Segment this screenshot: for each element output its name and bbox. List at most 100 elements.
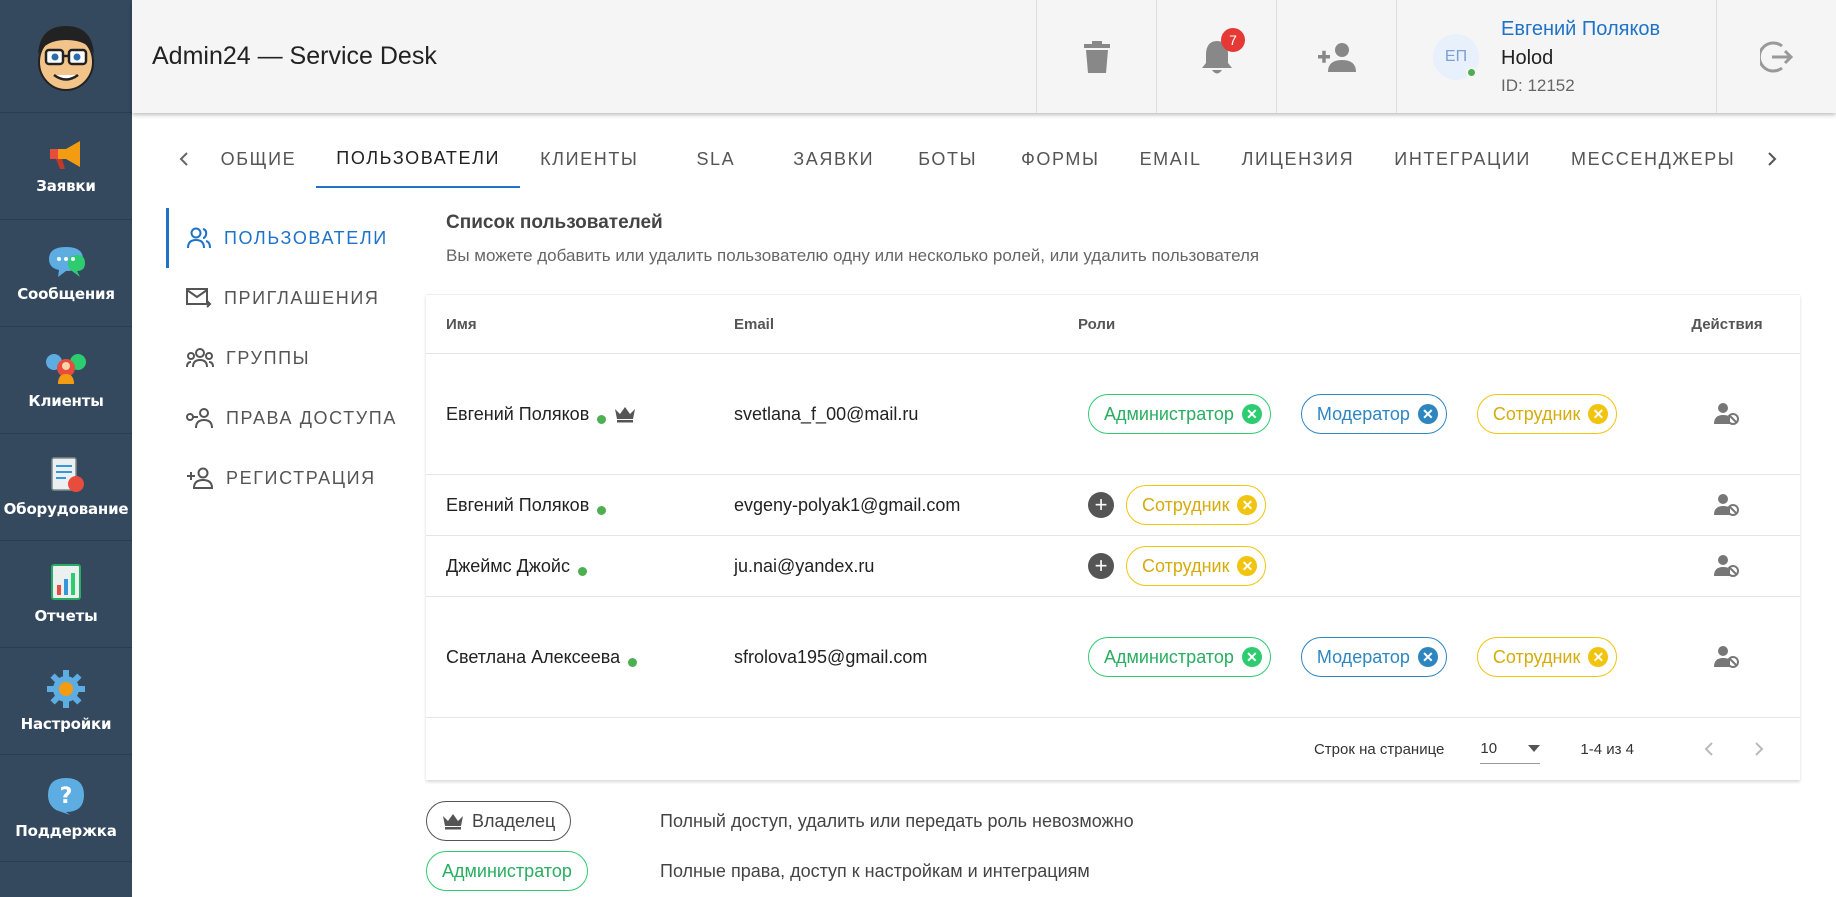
online-dot — [597, 414, 607, 424]
add-user-button[interactable] — [1276, 0, 1396, 113]
sidebar-item-equipment[interactable]: Оборудование — [0, 434, 132, 541]
role-label: Модератор — [1316, 403, 1410, 424]
delete-user-icon[interactable] — [1714, 493, 1740, 517]
role-chip-moderator[interactable]: Модератор ✕ — [1300, 637, 1447, 677]
settings-tabs: ОБЩИЕ ПОЛЬЗОВАТЕЛИ КЛИЕНТЫ SLA ЗАЯВКИ БО… — [168, 130, 1788, 188]
role-chip-employee[interactable]: Сотрудник ✕ — [1476, 637, 1618, 677]
users-list-panel: Список пользователей Вы можете добавить … — [426, 208, 1806, 896]
report-chart-icon — [51, 564, 81, 600]
remove-role-icon[interactable]: ✕ — [1241, 404, 1262, 424]
legend-row: Владелец Полный доступ, удалить или пере… — [426, 796, 1806, 846]
tab-general[interactable]: ОБЩИЕ — [201, 130, 317, 188]
role-chip-admin[interactable]: Администратор ✕ — [1088, 394, 1271, 434]
sidebar-item-messages[interactable]: Сообщения — [0, 220, 132, 327]
sidebar-item-support[interactable]: ? Поддержка — [0, 755, 132, 862]
remove-role-icon[interactable]: ✕ — [1417, 404, 1438, 424]
subnav-users[interactable]: ПОЛЬЗОВАТЕЛИ — [166, 208, 406, 268]
delete-user-icon[interactable] — [1714, 554, 1740, 578]
notification-badge: 7 — [1221, 28, 1245, 52]
sidebar-item-label: Настройки — [20, 715, 112, 733]
rows-per-page-value: 10 — [1480, 740, 1498, 757]
roles-legend: Владелец Полный доступ, удалить или пере… — [426, 796, 1806, 896]
subnav-registration[interactable]: РЕГИСТРАЦИЯ — [166, 448, 406, 508]
tab-requests[interactable]: ЗАЯВКИ — [773, 130, 894, 188]
subnav-invitations[interactable]: ПРИГЛАШЕНИЯ — [166, 268, 406, 328]
actions-cell — [1654, 645, 1800, 669]
header-email: Email — [734, 315, 775, 333]
role-label: Сотрудник — [1142, 555, 1230, 576]
role-chip-moderator[interactable]: Модератор ✕ — [1300, 394, 1447, 434]
chevron-right-icon — [1755, 742, 1764, 756]
legend-desc: Полный доступ, удалить или передать роль… — [660, 810, 1134, 831]
subnav-access-rights[interactable]: ПРАВА ДОСТУПА — [166, 388, 406, 448]
notifications-button[interactable]: 7 — [1156, 0, 1276, 113]
role-chip-employee[interactable]: Сотрудник ✕ — [1126, 485, 1267, 525]
actions-cell — [1654, 402, 1800, 426]
list-subtitle: Вы можете добавить или удалить пользоват… — [446, 246, 1260, 265]
sidebar-item-requests[interactable]: Заявки — [0, 113, 132, 220]
user-name: Светлана Алексеева — [446, 646, 621, 667]
tab-forms[interactable]: ФОРМЫ — [1001, 130, 1119, 188]
header-name: Имя — [446, 315, 477, 333]
tab-messengers[interactable]: МЕССЕНДЖЕРЫ — [1551, 130, 1755, 188]
sidebar-item-reports[interactable]: Отчеты — [0, 541, 132, 648]
remove-role-icon[interactable]: ✕ — [1237, 556, 1258, 576]
users-table: Имя Email Роли Действия Евгений Поляков … — [426, 294, 1800, 780]
remove-role-icon[interactable]: ✕ — [1237, 495, 1258, 515]
delete-user-icon[interactable] — [1714, 402, 1740, 426]
logout-button[interactable] — [1716, 0, 1836, 113]
delete-user-icon[interactable] — [1714, 645, 1740, 669]
sidebar-item-label: Клиенты — [28, 392, 104, 410]
rows-per-page-select[interactable]: 10 — [1480, 734, 1541, 764]
subnav-label: РЕГИСТРАЦИЯ — [226, 467, 376, 488]
user-roles: Администратор ✕ Модератор ✕ Сотрудник ✕ — [1078, 621, 1654, 693]
tab-email[interactable]: EMAIL — [1120, 130, 1222, 188]
megaphone-icon — [50, 141, 80, 169]
role-label: Администратор — [1104, 403, 1234, 424]
user-name-cell: Евгений Поляков — [426, 404, 734, 425]
subnav-groups[interactable]: ГРУППЫ — [166, 328, 406, 388]
role-chip-admin[interactable]: Администратор ✕ — [1088, 637, 1271, 677]
sidebar-item-label: Сообщения — [17, 285, 115, 303]
add-role-button[interactable]: + — [1088, 492, 1114, 518]
online-dot — [577, 566, 587, 576]
table-header-row: Имя Email Роли Действия — [426, 294, 1800, 354]
user-profile[interactable]: ЕП Евгений Поляков Holod ID: 12152 — [1396, 0, 1716, 113]
mail-send-icon — [186, 288, 212, 308]
online-dot — [597, 505, 607, 515]
user-roles: + Сотрудник ✕ — [1078, 540, 1654, 592]
remove-role-icon[interactable]: ✕ — [1417, 647, 1438, 667]
prev-page-button[interactable] — [1684, 741, 1734, 757]
tabs-scroll-right[interactable] — [1755, 130, 1788, 188]
sidebar-item-settings[interactable]: Настройки — [0, 648, 132, 755]
table-row: Евгений Поляков evgeny-polyak1@gmail.com… — [426, 475, 1800, 536]
person-add-icon — [1317, 42, 1356, 72]
remove-role-icon[interactable]: ✕ — [1588, 647, 1609, 667]
rows-per-page-label: Строк на странице — [1313, 740, 1445, 758]
next-page-button[interactable] — [1734, 741, 1784, 757]
table-row: Джеймс Джойс ju.nai@yandex.ru + Сотрудни… — [426, 536, 1800, 597]
chat-bubbles-icon — [49, 247, 85, 277]
users-subnav: ПОЛЬЗОВАТЕЛИ ПРИГЛАШЕНИЯ ГРУППЫ ПРАВА ДО… — [166, 208, 406, 508]
sidebar: Заявки Сообщения Клиенты Оборудование От… — [0, 0, 132, 897]
user-name-cell: Евгений Поляков — [426, 495, 734, 516]
trash-button[interactable] — [1036, 0, 1156, 113]
user-name-cell: Джеймс Джойс — [426, 556, 734, 577]
tab-users[interactable]: ПОЛЬЗОВАТЕЛИ — [316, 130, 521, 188]
gear-icon — [47, 670, 85, 708]
remove-role-icon[interactable]: ✕ — [1241, 647, 1262, 667]
sidebar-item-clients[interactable]: Клиенты — [0, 327, 132, 434]
remove-role-icon[interactable]: ✕ — [1588, 404, 1609, 424]
tab-license[interactable]: ЛИЦЕНЗИЯ — [1222, 130, 1375, 188]
user-name[interactable]: Евгений Поляков — [1501, 18, 1660, 41]
tab-bots[interactable]: БОТЫ — [894, 130, 1001, 188]
role-chip-employee[interactable]: Сотрудник ✕ — [1126, 546, 1267, 586]
user-roles: Администратор ✕ Модератор ✕ Сотрудник ✕ — [1078, 378, 1654, 450]
tab-clients[interactable]: КЛИЕНТЫ — [520, 130, 658, 188]
add-role-button[interactable]: + — [1088, 553, 1114, 579]
tabs-scroll-left[interactable] — [168, 130, 201, 188]
tab-sla[interactable]: SLA — [658, 130, 773, 188]
logo[interactable] — [0, 0, 132, 113]
tab-integrations[interactable]: ИНТЕГРАЦИИ — [1374, 130, 1551, 188]
role-chip-employee[interactable]: Сотрудник ✕ — [1476, 394, 1618, 434]
